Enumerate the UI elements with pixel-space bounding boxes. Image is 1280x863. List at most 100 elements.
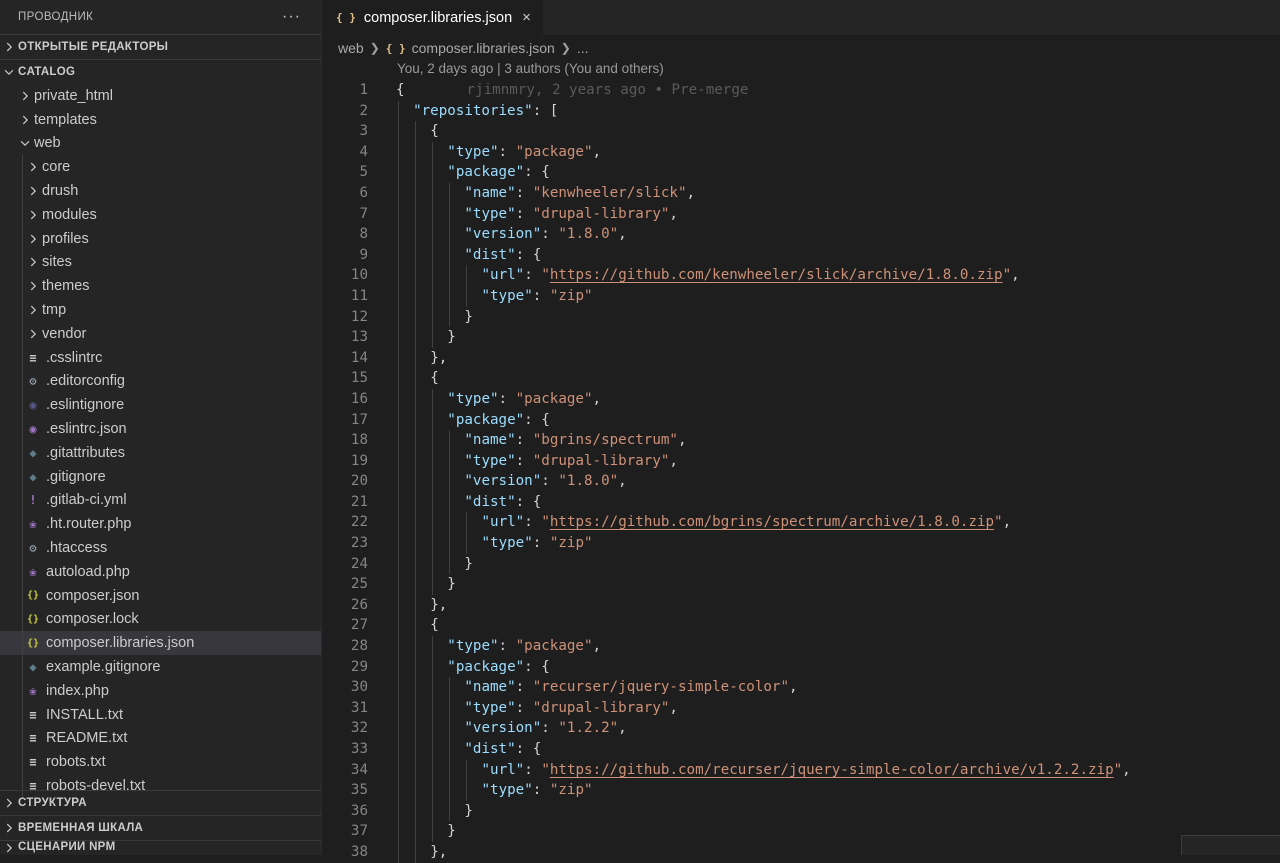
tree-file[interactable]: ◆ example.gitignore xyxy=(0,655,321,679)
tree-file[interactable]: ⚙ .editorconfig xyxy=(0,369,321,394)
indent-guide xyxy=(415,697,417,719)
tree-file[interactable]: ⚙ .htaccess xyxy=(0,536,321,560)
tree-folder[interactable]: profiles xyxy=(0,226,321,251)
indent-guide xyxy=(432,636,434,657)
code-line: 30 "name": "recurser/jquery-simple-color"… xyxy=(322,677,1280,698)
indent-guide xyxy=(432,821,434,842)
tree-file[interactable]: ◉ .eslintignore xyxy=(0,393,321,418)
code-text: "type": "zip" xyxy=(482,780,593,801)
tree-file[interactable]: {} composer.lock xyxy=(0,607,321,632)
indent-guide xyxy=(415,224,417,245)
indent-guide xyxy=(415,409,417,431)
punctuation: , xyxy=(618,226,627,243)
indent-guide xyxy=(398,677,399,698)
timeline-section[interactable]: ВРЕМЕННАЯ ШКАЛА xyxy=(0,815,321,840)
json-key: "package" xyxy=(447,164,525,181)
punctuation: : xyxy=(541,226,559,243)
indent-guide xyxy=(22,155,23,180)
chevron-down-icon xyxy=(0,65,18,79)
url-link[interactable]: https://github.com/bgrins/spectrum/archi… xyxy=(550,514,994,530)
close-icon[interactable]: × xyxy=(522,9,531,26)
outline-section[interactable]: СТРУКТУРА xyxy=(0,790,321,815)
tree-file[interactable]: ❀ index.php xyxy=(0,678,321,703)
line-number: 30 xyxy=(350,679,368,696)
tree-file[interactable]: ◆ .gitignore xyxy=(0,464,321,489)
tree-file[interactable]: ≡ robots.txt xyxy=(0,750,321,775)
line-number: 18 xyxy=(350,432,368,449)
json-string: "zip" xyxy=(549,287,593,304)
code-line: 33 "dist": { xyxy=(322,739,1280,760)
indent-guide xyxy=(22,417,23,441)
indent-guide xyxy=(398,121,399,142)
code-line: 20 "version": "1.8.0", xyxy=(322,471,1280,492)
more-actions-icon[interactable]: ··· xyxy=(282,8,301,26)
tree-file[interactable]: {} composer.json xyxy=(0,583,321,608)
tab-composer-libraries-json[interactable]: { } composer.libraries.json × xyxy=(322,0,543,35)
indent-guide xyxy=(22,678,23,703)
tree-folder[interactable]: tmp xyxy=(0,298,321,322)
open-editors-section[interactable]: ОТКРЫТЫЕ РЕДАКТОРЫ xyxy=(0,34,321,59)
tree-file[interactable]: ! .gitlab-ci.yml xyxy=(0,488,321,513)
breadcrumb-item-web[interactable]: web xyxy=(338,40,364,56)
code-line: 8 "version": "1.8.0", xyxy=(322,224,1280,245)
tree-folder[interactable]: private_html xyxy=(0,84,321,108)
tree-folder[interactable]: vendor xyxy=(0,321,321,346)
code-text: "repositories": [ xyxy=(413,101,558,122)
npm-scripts-section[interactable]: СЦЕНАРИИ NPM xyxy=(0,840,321,855)
indent-guide xyxy=(449,512,451,534)
tree-item-label: .ht.router.php xyxy=(46,516,132,533)
breadcrumb-item-symbol[interactable]: ... xyxy=(577,40,589,56)
tree-folder[interactable]: themes xyxy=(0,274,321,299)
tree-file[interactable]: ❀ .ht.router.php xyxy=(0,512,321,537)
breadcrumb-item-file[interactable]: composer.libraries.json xyxy=(412,40,555,56)
code-text: "package": { xyxy=(447,657,550,678)
tree-file[interactable]: {} composer.libraries.json xyxy=(0,631,321,656)
line-number: 34 xyxy=(350,761,368,778)
indent-guide xyxy=(415,265,417,286)
code-line: 25} xyxy=(322,574,1280,595)
code-line: 37} xyxy=(322,821,1280,842)
tree-folder[interactable]: templates xyxy=(0,108,321,132)
indent-guide xyxy=(415,491,417,513)
json-key: "name" xyxy=(464,679,516,696)
code-text: } xyxy=(464,801,473,822)
punctuation: : xyxy=(524,514,542,531)
tree-file[interactable]: ≡ INSTALL.txt xyxy=(0,702,321,727)
tree-folder[interactable]: sites xyxy=(0,250,321,275)
line-number: 5 xyxy=(359,164,368,181)
code-text: {rjimnmry, 2 years ago • Pre-merge xyxy=(396,80,748,101)
indent-guide xyxy=(415,162,417,183)
codelens-authors[interactable]: You, 2 days ago | 3 authors (You and oth… xyxy=(397,61,664,76)
tree-folder[interactable]: modules xyxy=(0,202,321,227)
indent-guide xyxy=(398,574,399,595)
json-string: "kenwheeler/slick" xyxy=(532,184,687,201)
indent-guide xyxy=(449,265,451,286)
tree-folder[interactable]: drush xyxy=(0,179,321,203)
url-link[interactable]: https://github.com/kenwheeler/slick/arch… xyxy=(550,267,1003,283)
json-string: "drupal-library" xyxy=(532,699,670,716)
tree-file[interactable]: ❀ autoload.php xyxy=(0,559,321,584)
punctuation: , xyxy=(788,679,798,696)
tree-folder[interactable]: web xyxy=(0,132,321,156)
indent-guide xyxy=(432,306,434,328)
notification-toast[interactable] xyxy=(1181,835,1280,855)
tree-file[interactable]: ≡ README.txt xyxy=(0,726,321,751)
code-line: 18 "name": "bgrins/spectrum", xyxy=(322,430,1280,451)
project-section[interactable]: CATALOG xyxy=(0,59,321,84)
tree-item-label: INSTALL.txt xyxy=(46,706,124,723)
tree-file[interactable]: ◉ .eslintrc.json xyxy=(0,417,321,441)
url-link[interactable]: https://github.com/recurser/jquery-simpl… xyxy=(550,762,1114,778)
json-string: "drupal-library" xyxy=(532,205,670,222)
code-line: 17 "package": { xyxy=(322,409,1280,431)
code-view[interactable]: 1 {rjimnmry, 2 years ago • Pre-merge 2 "rep… xyxy=(322,80,1280,863)
indent-guide xyxy=(415,141,417,163)
tree-file[interactable]: ◆ .gitattributes xyxy=(0,440,321,465)
line-number: 29 xyxy=(350,658,368,675)
indent-guide xyxy=(22,298,23,322)
code-line: 35 "type": "zip" xyxy=(322,780,1280,801)
tab-label: composer.libraries.json xyxy=(363,9,513,26)
tree-file[interactable]: ≡ .csslintrc xyxy=(0,345,321,370)
tree-folder[interactable]: core xyxy=(0,155,321,180)
editor-area: { } composer.libraries.json × web ❯ { } … xyxy=(322,0,1280,863)
indent-guide xyxy=(415,368,417,389)
